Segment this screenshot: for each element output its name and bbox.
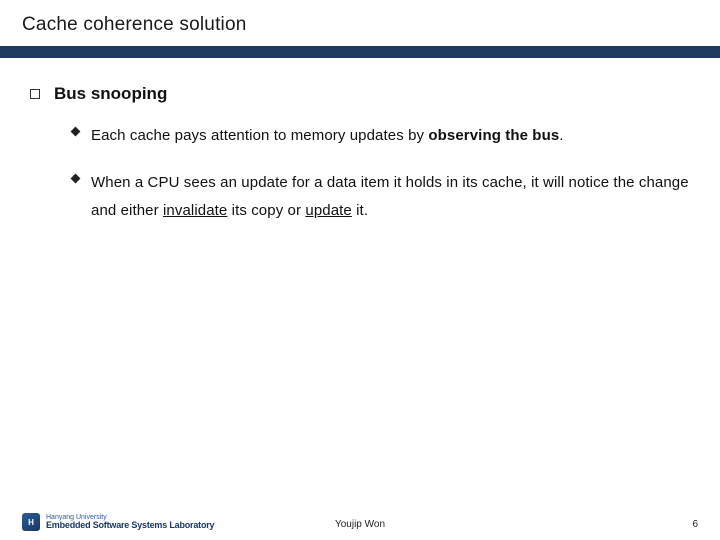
page-number: 6 xyxy=(692,519,698,530)
content-area: Bus snooping Each cache pays attention t… xyxy=(0,58,720,226)
diamond-bullet-icon xyxy=(71,173,81,183)
list-item: When a CPU sees an update for a data ite… xyxy=(72,169,692,226)
text-run: Each cache pays attention to memory upda… xyxy=(91,127,428,144)
heading-row: Bus snooping xyxy=(30,84,692,104)
bullet-text: When a CPU sees an update for a data ite… xyxy=(91,169,692,226)
underline-run: invalidate xyxy=(163,202,227,219)
diamond-bullet-icon xyxy=(71,127,81,137)
underline-run: update xyxy=(305,202,351,219)
square-bullet-icon xyxy=(30,89,40,99)
title-band: Cache coherence solution xyxy=(0,0,720,46)
text-run: its copy or xyxy=(227,202,305,219)
text-run: it. xyxy=(352,202,368,219)
bullet-list: Each cache pays attention to memory upda… xyxy=(30,122,692,226)
slide: Cache coherence solution Bus snooping Ea… xyxy=(0,0,720,540)
footer-author: Youjip Won xyxy=(0,519,720,530)
bold-run: observing the bus xyxy=(428,127,559,144)
list-item: Each cache pays attention to memory upda… xyxy=(72,122,692,151)
title-underline-bar xyxy=(0,46,720,58)
bullet-text: Each cache pays attention to memory upda… xyxy=(91,122,564,151)
section-heading: Bus snooping xyxy=(54,84,167,104)
text-run: . xyxy=(559,127,563,144)
footer: H Hanyang University Embedded Software S… xyxy=(0,504,720,540)
slide-title: Cache coherence solution xyxy=(22,14,698,36)
